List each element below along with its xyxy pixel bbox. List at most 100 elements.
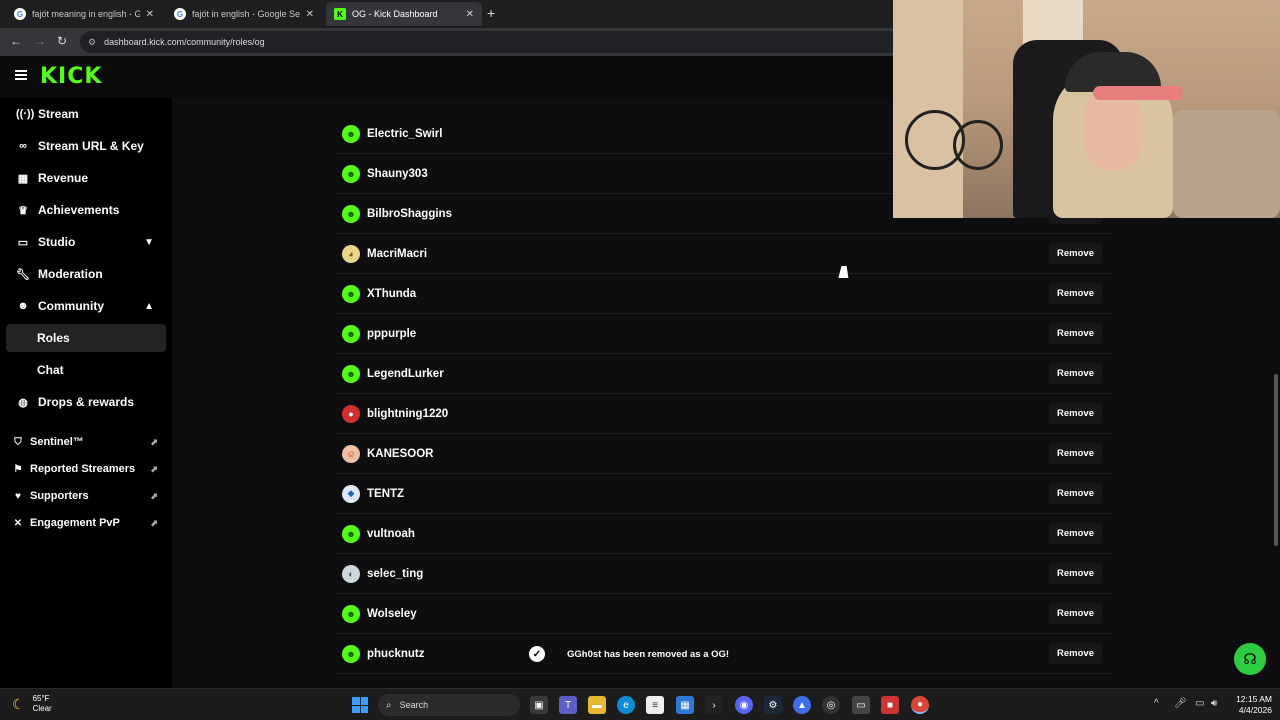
taskbar-search[interactable]: ⌕ Search	[378, 694, 520, 716]
external-link-icon: ⬈	[150, 436, 158, 447]
swords-icon: ✕	[13, 517, 23, 529]
tray-chevron-up-icon[interactable]: ^	[1154, 698, 1159, 709]
remove-og-button[interactable]: Remove	[1049, 283, 1102, 304]
new-tab-button[interactable]: +	[487, 5, 495, 21]
chrome-icon[interactable]: ●	[911, 696, 929, 714]
monitor-icon: ▭	[17, 236, 29, 249]
chart-icon: ▦	[17, 172, 29, 185]
taskbar-clock[interactable]: 12:15 AM 4/4/2026	[1226, 694, 1272, 716]
close-icon[interactable]: ✕	[146, 9, 154, 20]
extension-label: Engagement PvP	[30, 517, 120, 529]
sidebar-item-studio[interactable]: ▭ Studio ▼	[6, 228, 166, 256]
remove-og-button[interactable]: Remove	[1049, 643, 1102, 664]
menu-icon[interactable]	[15, 70, 27, 80]
remove-og-button[interactable]: Remove	[1049, 483, 1102, 504]
avatar: ☻	[342, 284, 360, 303]
remove-og-button[interactable]: Remove	[1049, 603, 1102, 624]
tab-title: fajót meaning in english - Goo	[32, 9, 140, 19]
remove-og-button[interactable]: Remove	[1049, 443, 1102, 464]
tab-title: fajót in english - Google Search	[192, 9, 300, 19]
remove-og-button[interactable]: Remove	[1049, 563, 1102, 584]
notepad-icon[interactable]: ≡	[646, 696, 664, 714]
display-icon[interactable]: ▭	[1195, 698, 1204, 709]
teams-icon[interactable]: T	[559, 696, 577, 714]
broadcast-icon: ((·))	[16, 108, 35, 120]
avatar: ☻	[342, 204, 360, 223]
extension-label: Sentinel™	[30, 436, 84, 448]
chevron-up-icon[interactable]: ▲	[144, 301, 154, 312]
windows-taskbar: ☾ 65°F Clear ⌕ Search ▣ T ▬ e ≡ ▦ › ◉ ⚙ …	[0, 688, 1280, 720]
back-icon[interactable]: ←	[10, 34, 22, 48]
steam-icon[interactable]: ⚙	[764, 696, 782, 714]
weather-widget[interactable]: ☾ 65°F Clear	[12, 694, 52, 714]
avatar: ☻	[342, 124, 360, 143]
sidebar-item-stream[interactable]: ((·)) Stream	[6, 100, 166, 128]
reload-icon[interactable]: ↻	[57, 34, 67, 48]
webcam-couch	[1173, 110, 1280, 218]
remove-og-button[interactable]: Remove	[1049, 363, 1102, 384]
sidebar-item-label: Moderation	[38, 267, 103, 281]
sidebar-item-label: Achievements	[38, 203, 120, 217]
sidebar-item-chat[interactable]: Chat	[6, 356, 166, 384]
extension-supporters[interactable]: ♥ Supporters ⬈	[6, 484, 166, 508]
external-link-icon: ⬈	[150, 490, 158, 501]
webcam-streamer-cap-brim	[1093, 86, 1183, 100]
people-icon: ☻	[17, 300, 29, 312]
support-chat-button[interactable]: ☊	[1234, 643, 1266, 675]
sidebar-item-revenue[interactable]: ▦ Revenue	[6, 164, 166, 192]
app-icon[interactable]: ▲	[793, 696, 811, 714]
address-bar[interactable]: ⚙ dashboard.kick.com/community/roles/og	[80, 31, 900, 53]
site-info-icon[interactable]: ⚙	[88, 37, 96, 48]
file-explorer-icon[interactable]: ▬	[588, 696, 606, 714]
og-username: pppurple	[367, 327, 417, 340]
og-username: Wolseley	[367, 607, 417, 620]
og-user-row: ◐ selec_ting Remove	[334, 554, 1112, 594]
microphone-icon[interactable]: 🎤︎	[1174, 698, 1187, 709]
app-icon[interactable]: ▭	[852, 696, 870, 714]
og-user-row: ☻ pppurple Remove	[334, 314, 1112, 354]
og-username: TENTZ	[367, 487, 405, 500]
check-icon: ✓	[529, 646, 545, 662]
remove-og-button[interactable]: Remove	[1049, 243, 1102, 264]
extension-sentinel[interactable]: ⛉ Sentinel™ ⬈	[6, 430, 166, 454]
forward-icon[interactable]: →	[34, 34, 46, 48]
sidebar-item-moderation[interactable]: 🔧︎ Moderation	[6, 260, 166, 288]
sidebar-item-community[interactable]: ☻ Community ▲	[6, 292, 166, 320]
og-username: blightning1220	[367, 407, 449, 420]
sidebar-item-roles[interactable]: Roles	[6, 324, 166, 352]
avatar: ◆	[342, 484, 360, 503]
sidebar-item-achievements[interactable]: ♛ Achievements	[6, 196, 166, 224]
external-link-icon: ⬈	[150, 517, 158, 528]
extension-label: Supporters	[30, 490, 89, 502]
edge-icon[interactable]: e	[617, 696, 635, 714]
windows-start-icon[interactable]	[352, 697, 368, 713]
browser-tab[interactable]: G fajót in english - Google Search ✕	[166, 2, 322, 26]
scrollbar[interactable]	[1274, 374, 1278, 546]
avatar: ☻	[342, 604, 360, 623]
extension-engagement-pvp[interactable]: ✕ Engagement PvP ⬈	[6, 511, 166, 535]
browser-tab[interactable]: G fajót meaning in english - Goo ✕	[6, 2, 162, 26]
og-username: KANESOOR	[367, 447, 434, 460]
chevron-down-icon[interactable]: ▼	[144, 237, 154, 248]
avatar: ☻	[342, 524, 360, 543]
browser-tab-active[interactable]: K OG - Kick Dashboard ✕	[326, 2, 482, 26]
store-icon[interactable]: ▦	[676, 696, 694, 714]
terminal-icon[interactable]: ›	[705, 696, 723, 714]
close-icon[interactable]: ✕	[306, 9, 314, 20]
close-icon[interactable]: ✕	[466, 9, 474, 20]
discord-icon[interactable]: ◉	[735, 696, 753, 714]
sidebar-item-stream-url-key[interactable]: ∞ Stream URL & Key	[6, 132, 166, 160]
task-view-icon[interactable]: ▣	[530, 696, 548, 714]
webcam-bike-wheel	[953, 120, 1003, 170]
extension-reported-streamers[interactable]: ⚑ Reported Streamers ⬈	[6, 457, 166, 481]
speaker-icon[interactable]: 🔊︎	[1211, 698, 1217, 709]
app-icon[interactable]: ■	[881, 696, 899, 714]
weather-condition: Clear	[32, 704, 52, 713]
kick-logo[interactable]: KICK	[40, 64, 102, 89]
remove-og-button[interactable]: Remove	[1049, 523, 1102, 544]
sidebar-item-label: Chat	[37, 363, 64, 377]
sidebar-item-drops-rewards[interactable]: ◍ Drops & rewards	[6, 388, 166, 416]
obs-icon[interactable]: ◎	[822, 696, 840, 714]
remove-og-button[interactable]: Remove	[1049, 403, 1102, 424]
remove-og-button[interactable]: Remove	[1049, 323, 1102, 344]
